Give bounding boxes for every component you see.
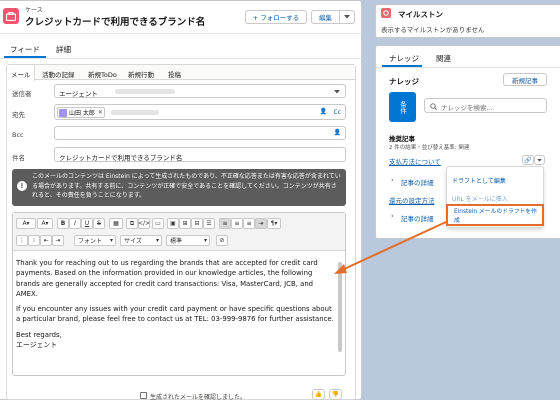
annotation-arrow [334,221,447,274]
